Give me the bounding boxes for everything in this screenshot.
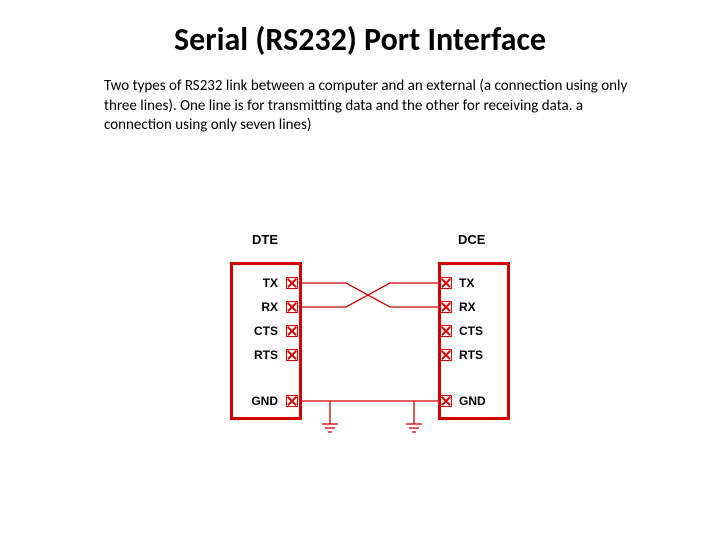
wire-tx-rx xyxy=(299,283,440,307)
page-title: Serial (RS232) Port Interface xyxy=(0,0,720,59)
wire-rx-tx xyxy=(299,283,440,307)
wiring-svg xyxy=(230,248,506,448)
dce-header: DCE xyxy=(458,232,485,247)
description-text: Two types of RS232 link between a comput… xyxy=(104,77,650,136)
rs232-diagram: DTE DCE TX RX CTS RTS GND TX RX CTS RTS … xyxy=(230,248,506,438)
dte-header: DTE xyxy=(252,232,278,247)
